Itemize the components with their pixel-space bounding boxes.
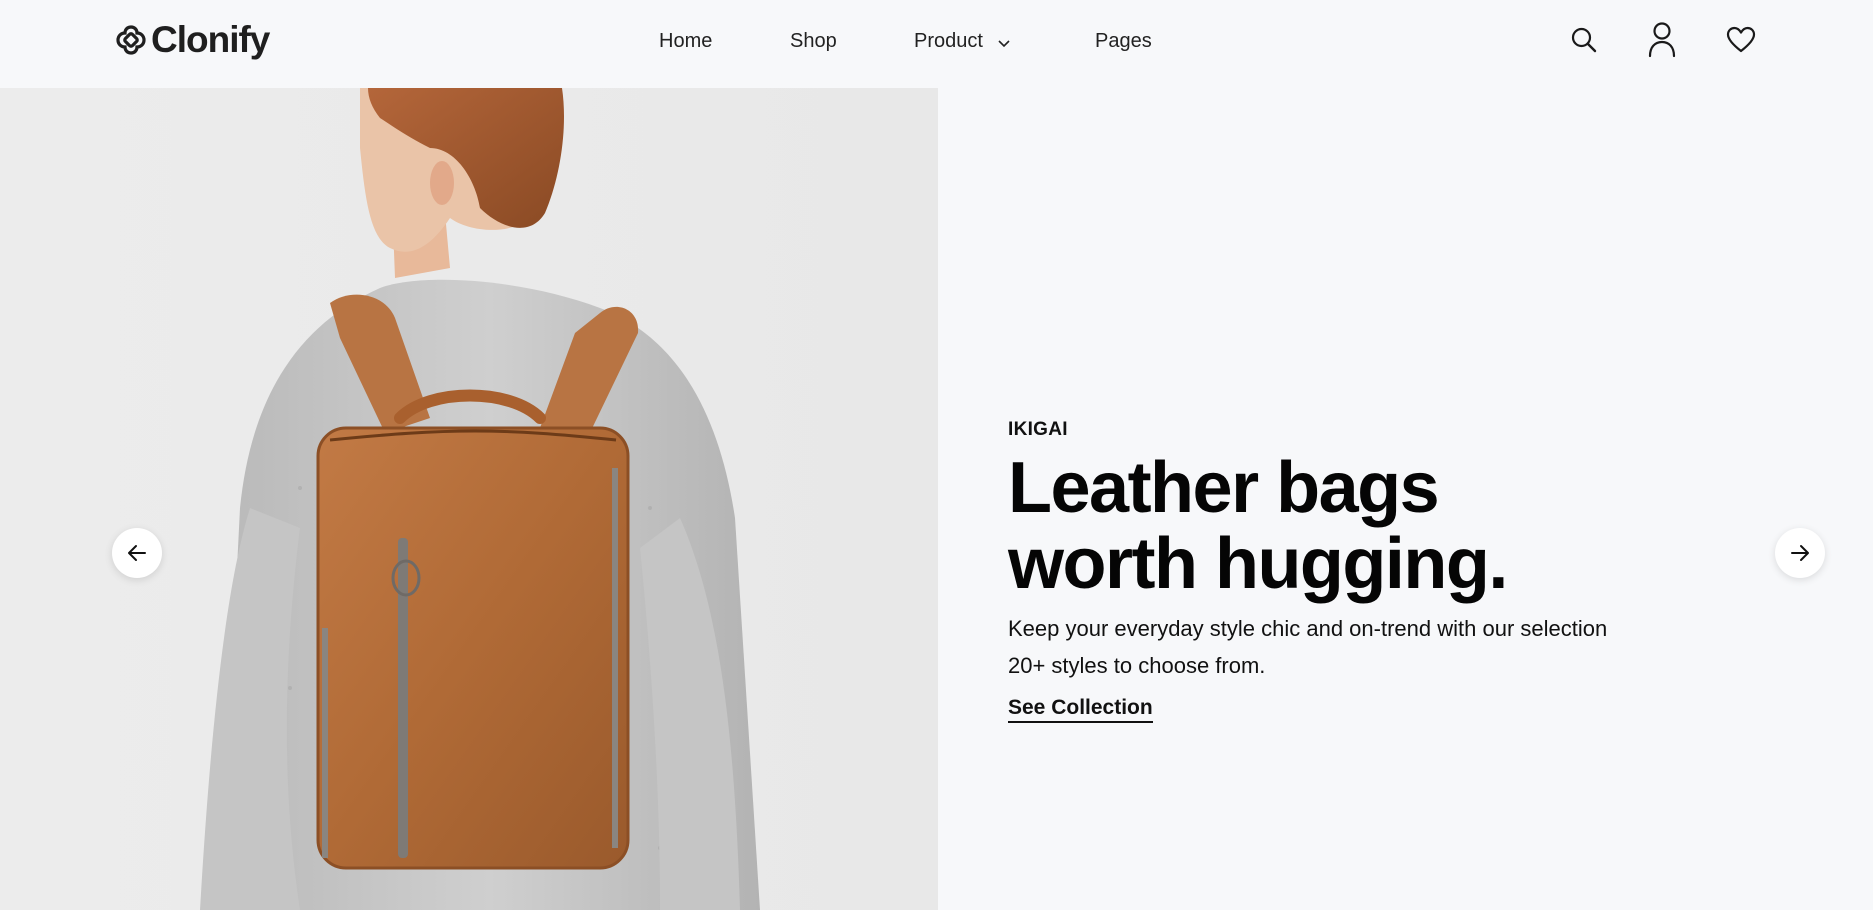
chevron-down-icon [998,39,1010,47]
account-button[interactable] [1644,20,1680,60]
hero-headline-line-1: Leather bags [1008,448,1440,528]
see-collection-link[interactable]: See Collection [1008,696,1153,723]
nav-item-label: Product [914,30,983,52]
hero-image [0,88,938,910]
nav-item-home[interactable]: Home [659,26,712,56]
site-header: Clonify Home Shop Product Pages [0,0,1873,88]
hero-headline-line-2: worth hugging. [1008,524,1508,604]
nav-item-label: Pages [1095,30,1152,52]
nav-item-pages[interactable]: Pages [1095,26,1152,56]
nav-item-label: Home [659,30,713,52]
search-icon [1571,27,1597,53]
carousel-next-button[interactable] [1775,528,1825,578]
search-button[interactable] [1566,20,1602,60]
nav-item-label: Shop [790,30,837,52]
arrow-right-icon [1791,545,1809,561]
nav-item-product[interactable]: Product [914,26,1011,56]
hero-content: IKIGAI Leather bags worth hugging. Keep … [1008,416,1628,723]
hero-subtext: Keep your everyday style chic and on-tre… [1008,616,1608,678]
backpack-photo [0,88,938,910]
arrow-left-icon [128,545,146,561]
hero-eyebrow: IKIGAI [1008,419,1068,440]
page: Clonify Home Shop Product Pages IKIGAI L… [0,0,1873,910]
wishlist-button[interactable] [1723,20,1759,60]
heart-icon [1726,26,1756,53]
hero-headline: Leather bags worth hugging. [1008,450,1628,602]
nav-item-shop[interactable]: Shop [790,26,837,56]
carousel-prev-button[interactable] [112,528,162,578]
user-icon [1648,22,1676,58]
